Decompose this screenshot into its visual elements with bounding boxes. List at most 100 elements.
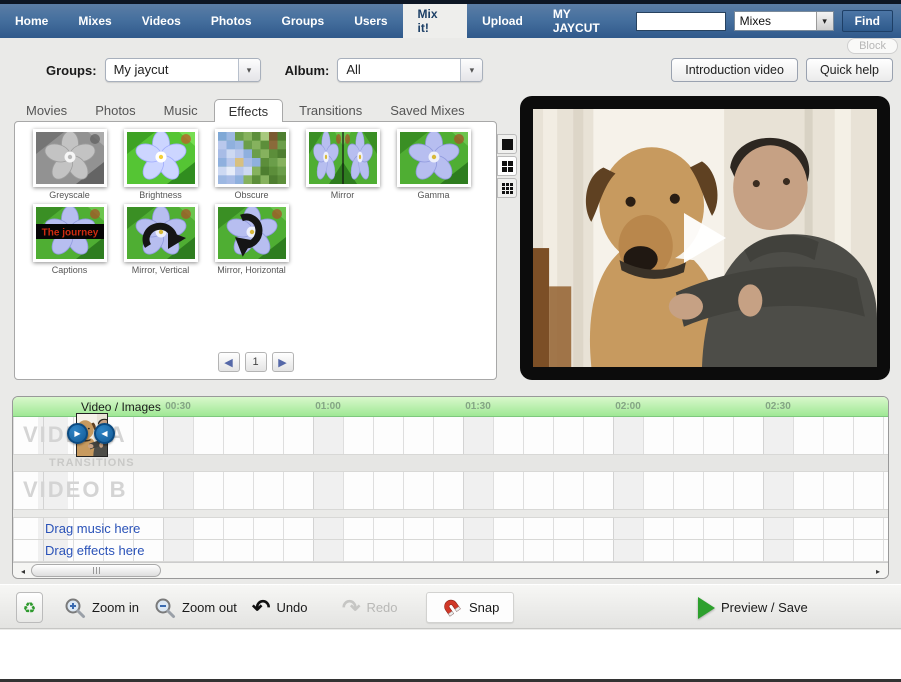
nav-item-mix-it[interactable]: Mix it! [403, 4, 468, 38]
undo-label: Undo [276, 600, 307, 615]
nav-item-photos[interactable]: Photos [196, 4, 267, 38]
redo-label: Redo [366, 600, 397, 615]
undo-button[interactable]: ↶ Undo [252, 585, 308, 630]
effect-label: Captions [24, 265, 115, 275]
effect-label: Greyscale [24, 190, 115, 200]
music-drop-hint: Drag music here [45, 521, 140, 536]
effects-pager: ◀ 1 ▶ [15, 352, 496, 372]
trash-recycle-button[interactable]: ♻ [16, 592, 43, 623]
zoom-in-button[interactable]: Zoom in [64, 585, 139, 630]
nav-item-home[interactable]: Home [0, 4, 63, 38]
find-button[interactable]: Find [842, 10, 893, 32]
effect-obscure-thumbnail [215, 129, 289, 187]
tab-saved-mixes[interactable]: Saved Mixes [378, 100, 476, 122]
groups-label: Groups: [46, 63, 97, 78]
quick-help-button[interactable]: Quick help [806, 58, 893, 82]
track-effects[interactable]: Drag effects here [13, 540, 888, 562]
effects-panel: Greyscale Brightness Obscure [14, 121, 497, 380]
tab-transitions[interactable]: Transitions [287, 100, 374, 122]
effect-captions[interactable]: The journey Captions [24, 204, 115, 275]
nav-item-videos[interactable]: Videos [127, 4, 196, 38]
time-mark: 02:30 [748, 401, 808, 412]
nav-item-upload[interactable]: Upload [467, 4, 538, 38]
nav-item-users[interactable]: Users [339, 4, 402, 38]
view-mode-buttons [497, 134, 517, 198]
tab-photos[interactable]: Photos [83, 100, 147, 122]
magnifier-plus-icon [64, 597, 86, 619]
chevron-down-icon: ▾ [238, 59, 260, 81]
video-preview[interactable] [533, 109, 877, 367]
jaycut-mix-editor: Home Mixes Videos Photos Groups Users Mi… [0, 0, 901, 682]
effect-label: Mirror [297, 190, 388, 200]
preview-save-button[interactable]: Preview / Save [698, 585, 808, 630]
scroll-right-icon[interactable]: ▸ [870, 564, 886, 578]
recycle-icon: ♻ [23, 599, 36, 617]
pager-page-button[interactable]: 1 [245, 352, 267, 372]
album-select[interactable]: All ▾ [337, 58, 483, 82]
track-transitions-label: TRANSITIONS [49, 457, 135, 469]
footer-area: Publish Mix [0, 630, 901, 679]
pager-prev-button[interactable]: ◀ [218, 352, 240, 372]
track-transitions[interactable]: TRANSITIONS [13, 455, 888, 472]
redo-button-disabled: ↷ Redo [342, 585, 398, 630]
play-icon[interactable] [684, 213, 726, 263]
effects-grid: Greyscale Brightness Obscure [15, 122, 496, 279]
nav-item-groups[interactable]: Groups [267, 4, 340, 38]
introduction-video-button[interactable]: Introduction video [671, 58, 798, 82]
effect-brightness[interactable]: Brightness [115, 129, 206, 200]
search-category-select[interactable]: Mixes ▾ [734, 11, 834, 31]
nav-item-mixes[interactable]: Mixes [63, 4, 126, 38]
effect-label: Brightness [115, 190, 206, 200]
groups-select[interactable]: My jaycut ▾ [105, 58, 261, 82]
effect-captions-thumbnail: The journey [33, 204, 107, 262]
album-value: All [338, 59, 368, 81]
effect-label: Mirror, Horizontal [206, 265, 297, 275]
effect-gamma-thumbnail [397, 129, 471, 187]
snap-toggle-button[interactable]: Snap [426, 592, 514, 623]
effect-greyscale[interactable]: Greyscale [24, 129, 115, 200]
editor-toolbar: ♻ Zoom in Zoom out ↶ Undo ↷ R [0, 584, 901, 629]
time-mark: 02:00 [598, 401, 658, 412]
redo-arrow-icon: ↷ [342, 598, 360, 618]
effect-gamma[interactable]: Gamma [388, 129, 479, 200]
effect-mirror-horizontal[interactable]: Mirror, Horizontal [206, 204, 297, 275]
scrollbar-thumb[interactable] [31, 564, 161, 577]
tab-movies[interactable]: Movies [14, 100, 79, 122]
zoom-out-button[interactable]: Zoom out [154, 585, 237, 630]
effect-mirror-horizontal-thumbnail [215, 204, 289, 262]
search-input[interactable] [636, 12, 726, 31]
scroll-left-icon[interactable]: ◂ [15, 564, 31, 578]
tab-effects[interactable]: Effects [214, 99, 284, 122]
effect-obscure[interactable]: Obscure [206, 129, 297, 200]
track-music[interactable]: Drag music here [13, 518, 888, 540]
magnet-icon [441, 597, 463, 619]
view-small-grid-icon[interactable] [497, 178, 517, 198]
tab-music[interactable]: Music [152, 100, 210, 122]
timeline-panel: Video / Images 00:30 01:00 01:30 02:00 0… [12, 396, 889, 579]
library-tabs: Movies Photos Music Effects Transitions … [14, 99, 477, 122]
view-large-icon[interactable] [497, 134, 517, 154]
nav-item-my-jaycut[interactable]: MY JAYCUT [538, 4, 636, 38]
effects-drop-hint: Drag effects here [45, 543, 144, 558]
timeline-header: Video / Images 00:30 01:00 01:30 02:00 0… [13, 397, 888, 417]
magnifier-minus-icon [154, 597, 176, 619]
chevron-down-icon: ▾ [460, 59, 482, 81]
effect-greyscale-thumbnail [33, 129, 107, 187]
track-video-b[interactable]: VIDEO B [13, 472, 888, 510]
preview-save-label: Preview / Save [721, 600, 808, 615]
effect-mirror[interactable]: Mirror [297, 129, 388, 200]
filters-row: Groups: My jaycut ▾ Album: All ▾ Introdu… [0, 52, 901, 88]
time-mark: 00:30 [148, 401, 208, 412]
effect-label: Obscure [206, 190, 297, 200]
track-video-a[interactable]: VIDEO A ▶ ◀ [13, 417, 888, 455]
clip-extend-left-button[interactable]: ◀ [94, 423, 115, 444]
timeline-scrollbar[interactable]: ◂ ▸ [13, 562, 888, 579]
nav-search-area: Mixes ▾ Find [636, 4, 901, 38]
play-triangle-icon [698, 597, 715, 619]
undo-arrow-icon: ↶ [252, 598, 270, 618]
clip-extend-right-button[interactable]: ▶ [67, 423, 88, 444]
zoom-in-label: Zoom in [92, 600, 139, 615]
pager-next-button[interactable]: ▶ [272, 352, 294, 372]
view-medium-grid-icon[interactable] [497, 156, 517, 176]
effect-mirror-vertical[interactable]: Mirror, Vertical [115, 204, 206, 275]
